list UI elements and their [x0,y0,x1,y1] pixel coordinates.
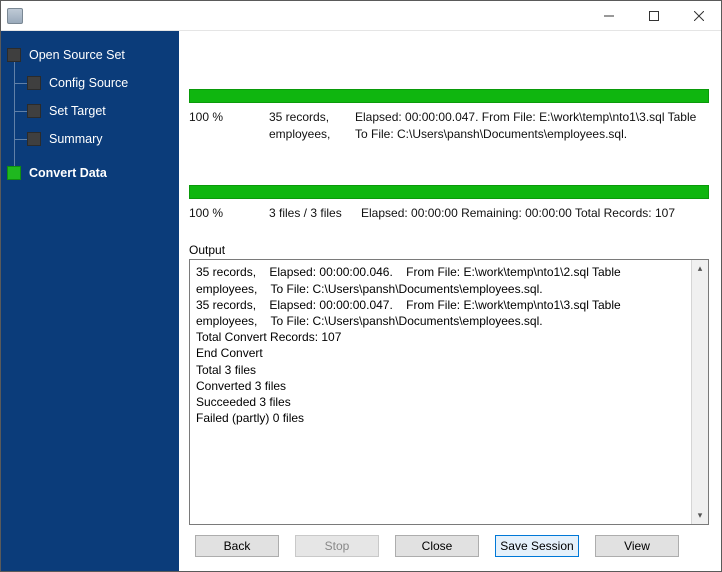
main-panel: 100 % 35 records, employees, Elapsed: 00… [179,31,721,571]
step-box-icon [7,166,21,180]
total-progress-percent: 100 % [189,205,259,222]
scrollbar[interactable]: ▴ ▾ [691,260,708,524]
stop-button[interactable]: Stop [295,535,379,557]
output-content: 35 records, Elapsed: 00:00:00.046. From … [190,260,691,524]
view-button[interactable]: View [595,535,679,557]
total-progress-status: 100 % 3 files / 3 files Elapsed: 00:00:0… [189,205,709,222]
window-controls [586,1,721,30]
sidebar-item-label: Set Target [49,104,106,118]
app-icon [7,8,23,24]
sidebar-item-label: Open Source Set [29,48,125,62]
step-box-icon [27,104,41,118]
file-progress-status: 100 % 35 records, employees, Elapsed: 00… [189,109,709,143]
file-progress-bar [189,89,709,103]
body: Open Source Set Config Source Set Target… [1,31,721,571]
spacer [189,143,709,185]
sidebar-item-config-source[interactable]: Config Source [27,69,173,97]
sidebar-item-convert-data[interactable]: Convert Data [7,159,173,187]
file-progress-detail: Elapsed: 00:00:00.047. From File: E:\wor… [355,109,709,143]
button-row: Back Stop Close Save Session View [195,525,709,561]
save-session-button[interactable]: Save Session [495,535,579,557]
scroll-down-icon[interactable]: ▾ [692,507,708,524]
app-window: Open Source Set Config Source Set Target… [0,0,722,572]
total-progress-files: 3 files / 3 files [269,205,351,222]
sidebar-item-open-source-set[interactable]: Open Source Set [7,41,173,69]
maximize-button[interactable] [631,1,676,30]
sidebar-item-label: Config Source [49,76,128,90]
titlebar [1,1,721,31]
sidebar-item-label: Summary [49,132,102,146]
scroll-up-icon[interactable]: ▴ [692,260,708,277]
step-box-icon [27,132,41,146]
file-progress-records: 35 records, employees, [269,109,345,143]
step-box-icon [27,76,41,90]
sidebar-item-set-target[interactable]: Set Target [27,97,173,125]
sidebar-item-summary[interactable]: Summary [27,125,173,153]
close-button[interactable] [676,1,721,30]
back-button[interactable]: Back [195,535,279,557]
close-button-action[interactable]: Close [395,535,479,557]
tree-line [14,53,15,173]
minimize-button[interactable] [586,1,631,30]
total-progress-bar [189,185,709,199]
tree-connector [15,139,27,140]
wizard-sidebar: Open Source Set Config Source Set Target… [1,31,179,571]
output-label: Output [189,243,709,257]
total-progress-section: 100 % 3 files / 3 files Elapsed: 00:00:0… [189,185,709,222]
file-progress-section: 100 % 35 records, employees, Elapsed: 00… [189,89,709,143]
file-progress-percent: 100 % [189,109,259,143]
titlebar-left [7,8,29,24]
output-textarea[interactable]: 35 records, Elapsed: 00:00:00.046. From … [189,259,709,525]
tree-connector [15,111,27,112]
tree-connector [15,83,27,84]
sidebar-item-label: Convert Data [29,166,107,180]
total-progress-detail: Elapsed: 00:00:00 Remaining: 00:00:00 To… [361,205,709,222]
step-box-icon [7,48,21,62]
